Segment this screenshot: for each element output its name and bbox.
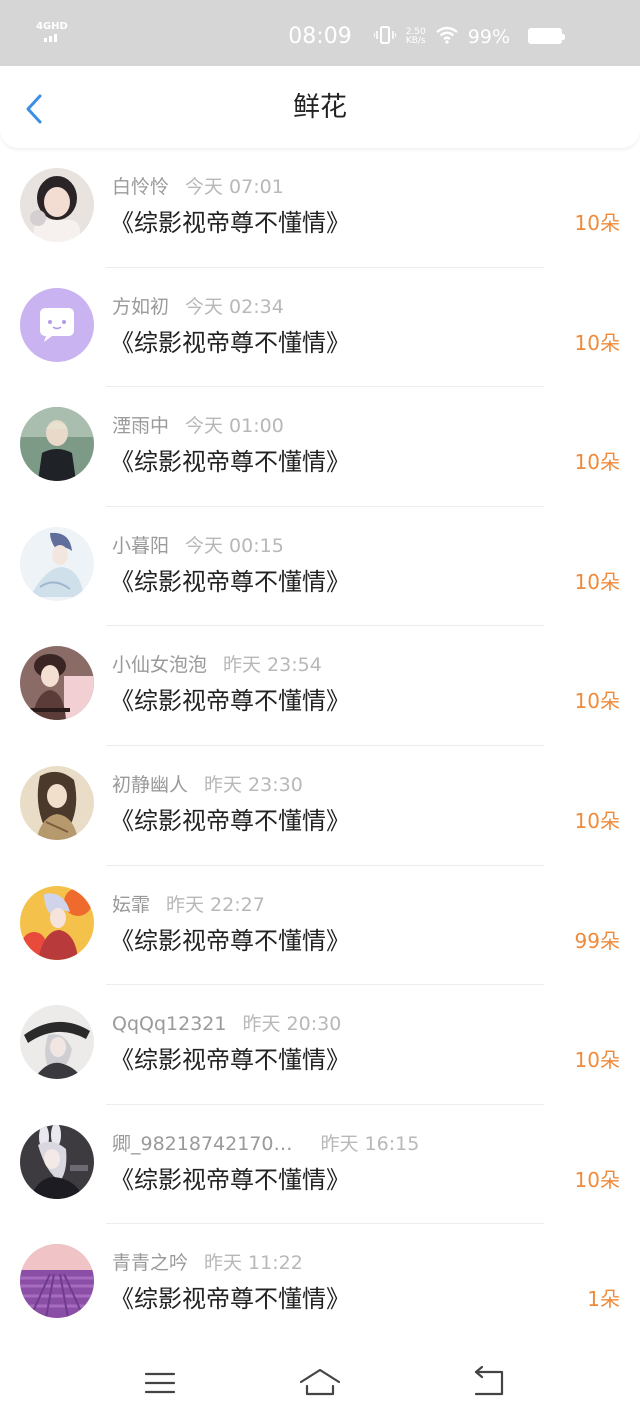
avatar[interactable] — [20, 168, 94, 242]
avatar[interactable] — [20, 885, 94, 960]
flower-count: 10朵 — [574, 1048, 620, 1073]
send-time: 昨天 23:30 — [204, 773, 303, 796]
avatar[interactable] — [20, 1124, 94, 1199]
item-meta: 小暮阳 今天 00:15 — [112, 533, 284, 559]
battery-percent: 99% — [467, 26, 510, 48]
flower-count: 10朵 — [574, 689, 620, 714]
menu-icon — [144, 1372, 176, 1394]
send-time: 昨天 20:30 — [242, 1013, 342, 1036]
list-item[interactable]: 小仙女泡泡 昨天 23:54 《综影视帝尊不懂情》 10朵 — [0, 626, 640, 746]
avatar[interactable] — [20, 646, 94, 721]
send-time: 今天 01:00 — [185, 415, 284, 438]
item-meta: 白怜怜 今天 07:01 — [112, 174, 284, 200]
book-title: 《综影视帝尊不懂情》 — [110, 806, 350, 835]
item-meta: 青青之吟 昨天 11:22 — [112, 1250, 303, 1276]
page-title: 鲜花 — [293, 92, 347, 123]
flower-count: 10朵 — [574, 330, 620, 355]
menu-button[interactable] — [138, 1364, 182, 1402]
book-title: 《综影视帝尊不懂情》 — [110, 1046, 350, 1075]
network-speed: 2.50 KB/s — [406, 28, 426, 46]
list-item[interactable]: 初静幽人 昨天 23:30 《综影视帝尊不懂情》 10朵 — [0, 746, 640, 866]
send-time: 昨天 23:54 — [223, 654, 322, 677]
sender-name[interactable]: 卿_98218742170… — [112, 1133, 292, 1155]
avatar[interactable] — [20, 526, 94, 601]
flower-count: 10朵 — [574, 1167, 620, 1192]
return-button[interactable] — [466, 1364, 510, 1402]
book-title: 《综影视帝尊不懂情》 — [110, 1285, 350, 1314]
status-bar: 4GHD 08:09 2.50 KB/s 99% — [0, 0, 640, 66]
book-title: 《综影视帝尊不懂情》 — [110, 567, 350, 596]
sender-name[interactable]: 小仙女泡泡 — [112, 654, 207, 676]
book-title: 《综影视帝尊不懂情》 — [110, 926, 350, 955]
sender-name[interactable]: 湮雨中 — [112, 415, 169, 437]
book-title: 《综影视帝尊不懂情》 — [110, 1165, 350, 1194]
network-speed-unit: KB/s — [405, 36, 426, 46]
list-item[interactable]: 妘霏 昨天 22:27 《综影视帝尊不懂情》 99朵 — [0, 866, 640, 986]
book-title: 《综影视帝尊不懂情》 — [110, 448, 350, 477]
flower-count: 99朵 — [574, 928, 620, 953]
flower-count: 10朵 — [574, 450, 620, 475]
book-title: 《综影视帝尊不懂情》 — [110, 687, 350, 716]
avatar[interactable] — [20, 1244, 94, 1319]
item-meta: 初静幽人 昨天 23:30 — [112, 772, 303, 798]
sender-name[interactable]: 白怜怜 — [112, 176, 169, 198]
vibrate-icon — [372, 25, 397, 49]
flower-count: 10朵 — [574, 211, 620, 235]
battery-icon — [528, 28, 565, 44]
item-meta: 方如初 今天 02:34 — [112, 294, 284, 320]
sender-name[interactable]: 青青之吟 — [112, 1252, 188, 1274]
send-time: 昨天 22:27 — [166, 893, 265, 916]
book-title: 《综影视帝尊不懂情》 — [110, 328, 350, 357]
wifi-icon — [436, 26, 458, 48]
item-meta: 湮雨中 今天 01:00 — [112, 413, 284, 439]
list-item[interactable]: 卿_98218742170… 昨天 16:15 《综影视帝尊不懂情》 10朵 — [0, 1105, 640, 1225]
home-icon — [299, 1368, 341, 1396]
avatar[interactable] — [20, 287, 94, 362]
sender-name[interactable]: 初静幽人 — [112, 774, 188, 796]
header: 鲜花 — [0, 66, 640, 148]
list-item[interactable]: 白怜怜 今天 07:01 《综影视帝尊不懂情》 10朵 — [0, 148, 640, 268]
avatar[interactable] — [20, 1005, 94, 1080]
list-item[interactable]: QqQq12321 昨天 20:30 《综影视帝尊不懂情》 10朵 — [0, 985, 640, 1105]
book-title: 《综影视帝尊不懂情》 — [110, 209, 350, 237]
flower-count: 10朵 — [574, 569, 620, 594]
send-time: 今天 02:34 — [185, 295, 284, 318]
send-time: 今天 07:01 — [185, 176, 284, 198]
return-icon — [474, 1365, 504, 1396]
send-time: 今天 00:15 — [185, 534, 284, 557]
flower-list: 白怜怜 今天 07:01 《综影视帝尊不懂情》 10朵 方如初 今天 02:34 《… — [0, 148, 640, 1344]
sender-name[interactable]: 方如初 — [112, 296, 169, 318]
list-item[interactable]: 方如初 今天 02:34 《综影视帝尊不懂情》 10朵 — [0, 268, 640, 388]
item-meta: 小仙女泡泡 昨天 23:54 — [112, 652, 322, 678]
system-nav-bar — [0, 1342, 640, 1422]
sender-name[interactable]: 小暮阳 — [112, 535, 169, 557]
home-button[interactable] — [298, 1364, 342, 1402]
flower-count: 1朵 — [587, 1287, 620, 1312]
item-meta: 妘霏 昨天 22:27 — [112, 892, 265, 918]
item-meta: 卿_98218742170… 昨天 16:15 — [112, 1131, 419, 1157]
sender-name[interactable]: QqQq12321 — [112, 1013, 226, 1035]
item-meta: QqQq12321 昨天 20:30 — [112, 1011, 341, 1037]
send-time: 昨天 11:22 — [204, 1252, 303, 1275]
flower-count: 10朵 — [574, 808, 620, 833]
sender-name[interactable]: 妘霏 — [112, 894, 150, 916]
list-item[interactable]: 小暮阳 今天 00:15 《综影视帝尊不懂情》 10朵 — [0, 507, 640, 627]
avatar[interactable] — [20, 765, 94, 840]
list-item[interactable]: 青青之吟 昨天 11:22 《综影视帝尊不懂情》 1朵 — [0, 1224, 640, 1344]
list-item[interactable]: 湮雨中 今天 01:00 《综影视帝尊不懂情》 10朵 — [0, 387, 640, 507]
send-time: 昨天 16:15 — [320, 1132, 420, 1155]
avatar[interactable] — [20, 407, 94, 482]
